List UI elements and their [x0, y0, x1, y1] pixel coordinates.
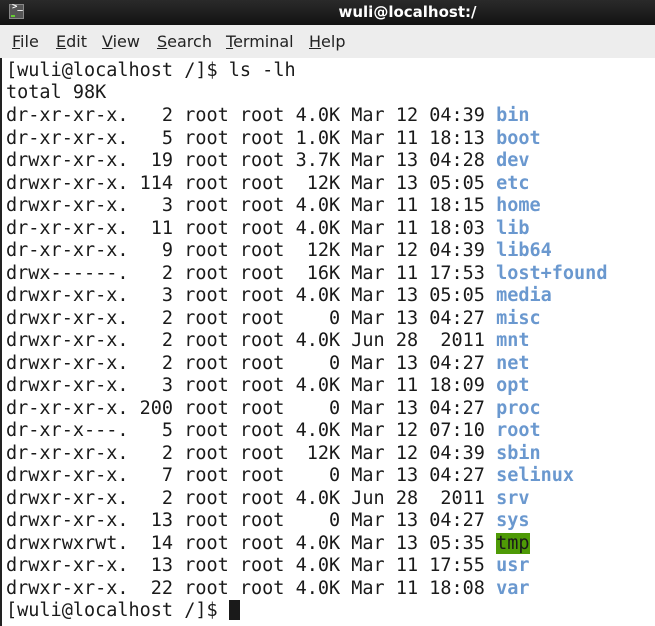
window-title: wuli@localhost:/: [338, 3, 477, 21]
directory-name: usr: [496, 555, 530, 576]
menu-help[interactable]: Help: [309, 32, 345, 51]
listing-row: drwxr-xr-x. 7 root root 0 Mar 13 04:27 s…: [6, 465, 574, 487]
window-titlebar[interactable]: >_ wuli@localhost:/: [0, 0, 655, 25]
shell-prompt: [wuli@localhost /]$: [6, 600, 229, 621]
listing-row: dr-xr-xr-x. 5 root root 1.0K Mar 11 18:1…: [6, 128, 541, 150]
file-metadata: drwxr-xr-x. 3 root root 4.0K Mar 13 05:0…: [6, 285, 497, 306]
listing-row: dr-xr-xr-x. 11 root root 4.0K Mar 11 18:…: [6, 218, 530, 240]
listing-row: dr-xr-x---. 5 root root 4.0K Mar 12 07:1…: [6, 420, 541, 442]
listing-row: drwxr-xr-x. 13 root root 0 Mar 13 04:27 …: [6, 510, 530, 532]
current-prompt-line[interactable]: [wuli@localhost /]$: [6, 600, 240, 622]
command-text: ls -lh: [228, 60, 296, 81]
directory-name: lib64: [496, 240, 552, 261]
listing-row: drwxr-xr-x. 114 root root 12K Mar 13 05:…: [6, 173, 530, 195]
file-metadata: drwxr-xr-x. 7 root root 0 Mar 13 04:27: [6, 465, 497, 486]
listing-row: dr-xr-xr-x. 2 root root 4.0K Mar 12 04:3…: [6, 105, 530, 127]
directory-name: etc: [496, 172, 530, 194]
listing-row: drwxr-xr-x. 13 root root 4.0K Mar 11 17:…: [6, 555, 530, 577]
directory-name: root: [496, 420, 541, 441]
listing-row: drwxr-xr-x. 2 root root 4.0K Jun 28 2011…: [6, 488, 530, 510]
directory-name: opt: [496, 375, 530, 396]
file-metadata: drwxr-xr-x. 19 root root 3.7K Mar 13 04:…: [6, 150, 497, 171]
directory-name: net: [496, 352, 530, 374]
listing-row: dr-xr-xr-x. 200 root root 0 Mar 13 04:27…: [6, 398, 541, 420]
directory-name: home: [496, 195, 541, 216]
file-metadata: drwxr-xr-x. 2 root root 0 Mar 13 04:27: [6, 352, 497, 374]
file-metadata: drwxr-xr-x. 3 root root 4.0K Mar 11 18:1…: [6, 195, 497, 216]
listing-row: dr-xr-xr-x. 2 root root 12K Mar 12 04:39…: [6, 443, 541, 465]
directory-name: tmp: [496, 532, 530, 554]
menubar: File Edit View Search Terminal Help: [0, 25, 655, 59]
file-metadata: drwxrwxrwt. 14 root root 4.0K Mar 13 05:…: [6, 532, 497, 554]
directory-name: bin: [496, 105, 530, 126]
menu-search[interactable]: Search: [157, 32, 212, 51]
menu-view[interactable]: View: [102, 32, 140, 51]
total-line: total 98K: [6, 82, 107, 103]
file-metadata: drwxr-xr-x. 2 root root 0 Mar 13 04:27: [6, 307, 497, 329]
file-metadata: drwxr-xr-x. 13 root root 0 Mar 13 04:27: [6, 510, 497, 531]
directory-name: misc: [496, 307, 541, 329]
directory-name: sys: [496, 510, 530, 531]
file-metadata: dr-xr-xr-x. 2 root root 4.0K Mar 12 04:3…: [6, 105, 497, 126]
directory-name: boot: [496, 127, 541, 149]
menu-file[interactable]: File: [12, 32, 39, 51]
menu-terminal[interactable]: Terminal: [226, 32, 294, 51]
menu-edit[interactable]: Edit: [56, 32, 87, 51]
listing-row: drwxr-xr-x. 22 root root 4.0K Mar 11 18:…: [6, 578, 530, 600]
file-metadata: drwxr-xr-x. 2 root root 4.0K Jun 28 2011: [6, 487, 497, 509]
listing-row: drwxr-xr-x. 2 root root 4.0K Jun 28 2011…: [6, 330, 530, 352]
directory-name: lost+found: [496, 262, 608, 284]
listing-row: drwxrwxrwt. 14 root root 4.0K Mar 13 05:…: [6, 532, 530, 555]
listing-row: drwx------. 2 root root 16K Mar 11 17:53…: [6, 263, 607, 285]
file-metadata: dr-xr-xr-x. 5 root root 1.0K Mar 11 18:1…: [6, 127, 497, 149]
command-line: [wuli@localhost /]$ ls -lh: [6, 60, 296, 82]
directory-name: media: [496, 285, 552, 306]
directory-name: sbin: [496, 442, 541, 464]
file-metadata: dr-xr-xr-x. 2 root root 12K Mar 12 04:39: [6, 442, 497, 464]
file-metadata: drwx------. 2 root root 16K Mar 11 17:53: [6, 262, 497, 284]
file-metadata: dr-xr-x---. 5 root root 4.0K Mar 12 07:1…: [6, 420, 497, 441]
file-metadata: drwxr-xr-x. 13 root root 4.0K Mar 11 17:…: [6, 555, 497, 576]
directory-name: srv: [496, 487, 530, 509]
file-metadata: drwxr-xr-x. 114 root root 12K Mar 13 05:…: [6, 172, 497, 194]
listing-row: drwxr-xr-x. 3 root root 4.0K Mar 11 18:1…: [6, 195, 541, 217]
file-metadata: drwxr-xr-x. 3 root root 4.0K Mar 11 18:0…: [6, 375, 497, 396]
directory-name: lib: [496, 217, 530, 239]
directory-name: var: [496, 577, 530, 599]
listing-row: drwxr-xr-x. 3 root root 4.0K Mar 11 18:0…: [6, 375, 530, 397]
directory-name: dev: [496, 150, 530, 171]
listing-row: drwxr-xr-x. 19 root root 3.7K Mar 13 04:…: [6, 150, 530, 172]
file-metadata: dr-xr-xr-x. 11 root root 4.0K Mar 11 18:…: [6, 217, 497, 239]
listing-row: dr-xr-xr-x. 9 root root 12K Mar 12 04:39…: [6, 240, 552, 262]
file-metadata: dr-xr-xr-x. 200 root root 0 Mar 13 04:27: [6, 397, 497, 419]
terminal-output[interactable]: [wuli@localhost /]$ ls -lh total 98K dr-…: [0, 58, 655, 626]
text-cursor: [228, 600, 240, 620]
file-metadata: drwxr-xr-x. 22 root root 4.0K Mar 11 18:…: [6, 577, 497, 599]
directory-name: mnt: [496, 330, 530, 351]
listing-row: drwxr-xr-x. 2 root root 0 Mar 13 04:27 n…: [6, 353, 530, 375]
directory-name: selinux: [496, 465, 575, 486]
listing-row: drwxr-xr-x. 3 root root 4.0K Mar 13 05:0…: [6, 285, 552, 307]
directory-name: proc: [496, 397, 541, 419]
listing-row: drwxr-xr-x. 2 root root 0 Mar 13 04:27 m…: [6, 308, 541, 330]
shell-prompt: [wuli@localhost /]$: [6, 60, 229, 81]
file-metadata: dr-xr-xr-x. 9 root root 12K Mar 12 04:39: [6, 240, 497, 261]
file-metadata: drwxr-xr-x. 2 root root 4.0K Jun 28 2011: [6, 330, 497, 351]
